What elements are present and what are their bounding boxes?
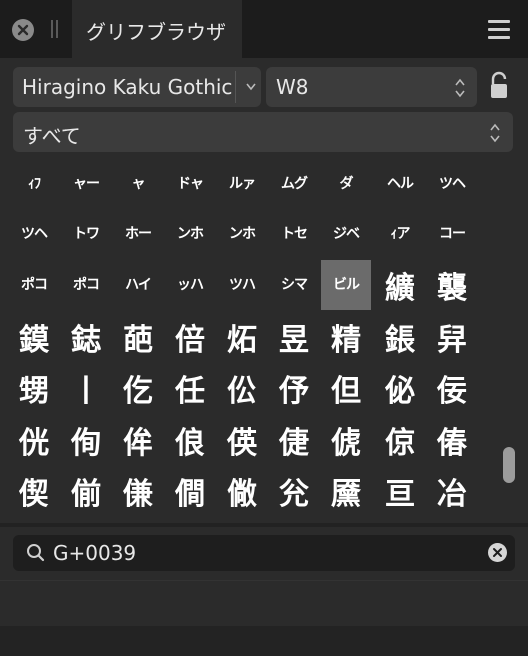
glyph-cell[interactable]: シマ (269, 260, 319, 310)
glyph-cell[interactable]: 倍 (165, 312, 215, 362)
grip-icon[interactable] (50, 20, 60, 40)
glyph-cell[interactable]: ツヘ (9, 209, 59, 259)
glyph-browser-panel: グリフブラウザ Hiragino Kaku Gothic W8 すべて ｨﾌ ャー… (0, 0, 528, 656)
glyph-cell[interactable]: 鋕 (61, 312, 111, 362)
glyph-cell[interactable]: 佞 (427, 363, 477, 413)
glyph-grid: ｨﾌ ャーャドャ ルァ ムグダヘル ツヘ ツヘ トワ ホー ンホ ンホ トセ ジベ ｨア コー ポコ ポコ ハイ… (3, 163, 494, 523)
glyph-cell[interactable]: ダ (321, 163, 371, 209)
glyph-search-field[interactable]: G+0039 (13, 535, 515, 571)
glyph-cell[interactable]: 偰 (9, 466, 59, 516)
stepper-icon[interactable] (489, 122, 501, 144)
glyph-cell[interactable]: ポコ (61, 260, 111, 310)
glyph-cell[interactable]: ツヘ (427, 163, 477, 209)
font-family-select[interactable]: Hiragino Kaku Gothic (13, 67, 261, 107)
glyph-cell[interactable]: 兊 (269, 466, 319, 516)
panel-footer (0, 580, 528, 627)
divider (235, 71, 236, 103)
lock-icon[interactable] (488, 70, 510, 102)
glyph-cell[interactable]: トセ (269, 209, 319, 259)
glyph-cell[interactable]: 亘 (375, 466, 425, 516)
font-family-value: Hiragino Kaku Gothic (22, 75, 233, 99)
glyph-cell[interactable]: 精 (321, 312, 371, 362)
glyph-cell[interactable]: 葩 (113, 312, 163, 362)
search-icon (27, 544, 45, 562)
glyph-cell[interactable]: ッハ (165, 260, 215, 310)
glyph-cell[interactable]: 俍 (165, 415, 215, 465)
glyph-cell[interactable]: 傔 (113, 466, 163, 516)
glyph-cell[interactable]: ｨﾌ (9, 163, 59, 209)
glyph-cell[interactable]: トワ (61, 209, 111, 259)
glyph-cell[interactable]: ビル (321, 260, 371, 310)
glyph-cell[interactable]: 甥 (9, 363, 59, 413)
glyph-cell[interactable]: 侚 (61, 415, 111, 465)
panel-bottom-bar (0, 626, 528, 656)
glyph-row: 偰偂傔僴僘兊黡亘冶 (3, 466, 494, 518)
glyph-cell[interactable]: ｨア (375, 209, 425, 259)
glyph-cell[interactable]: ャ (113, 163, 163, 209)
category-select[interactable]: すべて (13, 112, 513, 152)
glyph-cell[interactable]: 倞 (375, 415, 425, 465)
glyph-cell[interactable]: 伃 (269, 363, 319, 413)
glyph-row: 鏌鋕葩倍炻昱精鋹舁 (3, 312, 494, 364)
glyph-cell[interactable]: ハイ (113, 260, 163, 310)
glyph-row: 甥丨仡任伀伃但佖佞 (3, 363, 494, 415)
glyph-cell[interactable]: ヘル (375, 163, 425, 209)
glyph-cell[interactable]: 丨 (61, 363, 111, 413)
glyph-cell[interactable]: 侊 (9, 415, 59, 465)
glyph-cell[interactable]: 襲 (427, 260, 477, 310)
glyph-cell[interactable]: 但 (321, 363, 371, 413)
glyph-cell[interactable]: 佖 (375, 363, 425, 413)
clear-icon[interactable] (488, 543, 507, 562)
glyph-cell[interactable]: 倢 (269, 415, 319, 465)
glyph-cell[interactable]: ャー (61, 163, 111, 209)
glyph-cell[interactable]: 伀 (217, 363, 267, 413)
glyph-cell[interactable]: 冶 (427, 466, 477, 516)
glyph-cell[interactable]: 偀 (217, 415, 267, 465)
glyph-cell[interactable]: ツハ (217, 260, 267, 310)
glyph-row: 侊侚侔俍偀倢俿倞偆 (3, 415, 494, 467)
glyph-cell[interactable]: 任 (165, 363, 215, 413)
glyph-row: ポコ ポコ ハイ ッハ ツハ シマ ビル纊襲 (3, 260, 494, 312)
divider (0, 523, 528, 527)
chevron-down-icon[interactable] (245, 79, 257, 95)
glyph-cell[interactable]: 偂 (61, 466, 111, 516)
close-icon[interactable] (12, 19, 34, 41)
glyph-cell[interactable]: ドャ (165, 163, 215, 209)
hamburger-menu-icon[interactable] (488, 20, 510, 39)
glyph-row: ツヘ トワ ホー ンホ ンホ トセ ジベ ｨア コー (3, 209, 494, 261)
category-value: すべて (23, 124, 81, 148)
glyph-cell[interactable]: 仡 (113, 363, 163, 413)
font-weight-select[interactable]: W8 (266, 67, 477, 107)
glyph-cell[interactable]: 侔 (113, 415, 163, 465)
glyph-cell[interactable]: 鋹 (375, 312, 425, 362)
glyph-cell[interactable]: ホー (113, 209, 163, 259)
glyph-cell[interactable]: コー (427, 209, 477, 259)
tab-title: グリフブラウザ (86, 20, 226, 44)
glyph-cell[interactable]: 俿 (321, 415, 371, 465)
stepper-icon[interactable] (454, 77, 466, 99)
panel-header: グリフブラウザ (0, 0, 528, 58)
glyph-cell[interactable]: 纊 (375, 260, 425, 310)
glyph-cell[interactable]: ポコ (9, 260, 59, 310)
glyph-cell[interactable]: 炻 (217, 312, 267, 362)
glyph-cell[interactable]: ジベ (321, 209, 371, 259)
glyph-cell[interactable]: ンホ (217, 209, 267, 259)
glyph-row: ｨﾌ ャーャドャ ルァ ムグダヘル ツヘ (3, 163, 494, 211)
glyph-cell[interactable]: ムグ (269, 163, 319, 209)
glyph-cell[interactable]: 僴 (165, 466, 215, 516)
glyph-cell[interactable]: 黡 (321, 466, 371, 516)
font-weight-value: W8 (276, 75, 309, 99)
search-input[interactable]: G+0039 (53, 541, 136, 565)
tab-glyph-browser[interactable]: グリフブラウザ (72, 0, 242, 58)
glyph-cell[interactable]: 偆 (427, 415, 477, 465)
glyph-cell[interactable]: ルァ (217, 163, 267, 209)
glyph-cell[interactable]: 鏌 (9, 312, 59, 362)
glyph-cell[interactable]: 昱 (269, 312, 319, 362)
glyph-cell[interactable]: 舁 (427, 312, 477, 362)
glyph-cell[interactable]: 僘 (217, 466, 267, 516)
scrollbar-thumb[interactable] (503, 447, 515, 483)
glyph-cell[interactable]: ンホ (165, 209, 215, 259)
